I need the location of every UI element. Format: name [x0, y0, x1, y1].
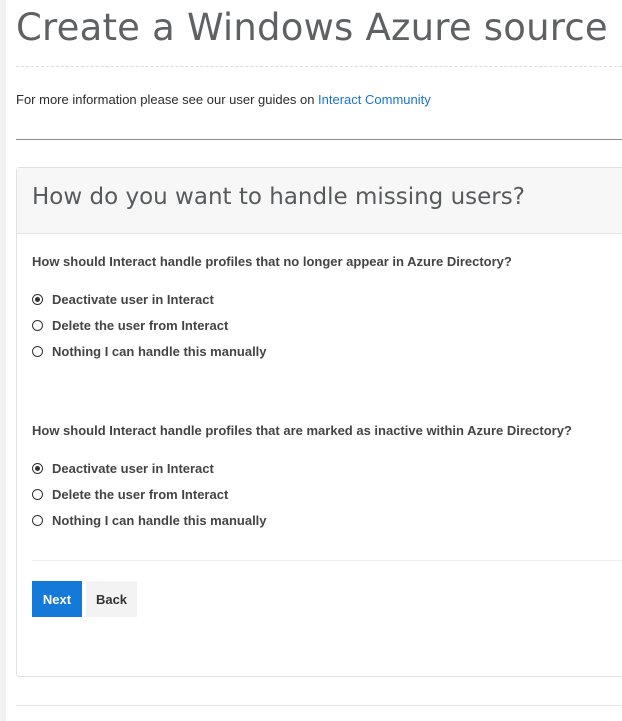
- section-divider: [16, 139, 622, 140]
- left-gutter: [0, 0, 6, 721]
- q2-option-nothing-label: Nothing I can handle this manually: [52, 512, 267, 528]
- form-actions-divider: [32, 560, 622, 561]
- interact-community-link[interactable]: Interact Community: [318, 92, 431, 107]
- radio-unselected-icon[interactable]: [32, 488, 43, 500]
- bottom-divider: [16, 705, 622, 706]
- q2-option-nothing[interactable]: Nothing I can handle this manually: [32, 510, 267, 530]
- q1-option-nothing[interactable]: Nothing I can handle this manually: [32, 341, 267, 361]
- title-divider: [16, 66, 622, 67]
- radio-unselected-icon[interactable]: [32, 514, 43, 526]
- question-marked-inactive: How should Interact handle profiles that…: [32, 423, 572, 438]
- radio-unselected-icon[interactable]: [32, 319, 43, 331]
- q2-option-delete-label: Delete the user from Interact: [52, 486, 229, 502]
- q1-option-delete[interactable]: Delete the user from Interact: [32, 315, 228, 335]
- question-no-longer-appear: How should Interact handle profiles that…: [32, 254, 512, 269]
- panel-header: How do you want to handle missing users?: [17, 168, 622, 234]
- next-button[interactable]: Next: [32, 581, 82, 617]
- page-title: Create a Windows Azure source: [16, 6, 608, 49]
- q2-option-delete[interactable]: Delete the user from Interact: [32, 484, 228, 504]
- q1-option-delete-label: Delete the user from Interact: [52, 317, 229, 333]
- q1-option-deactivate-label: Deactivate user in Interact: [52, 291, 214, 307]
- q2-option-deactivate[interactable]: Deactivate user in Interact: [32, 458, 214, 478]
- back-button[interactable]: Back: [86, 581, 137, 617]
- q1-option-deactivate[interactable]: Deactivate user in Interact: [32, 289, 214, 309]
- q1-option-nothing-label: Nothing I can handle this manually: [52, 343, 267, 359]
- panel-title: How do you want to handle missing users?: [32, 184, 525, 210]
- missing-users-panel: How do you want to handle missing users?…: [16, 167, 622, 677]
- radio-selected-icon[interactable]: [32, 462, 43, 474]
- radio-selected-icon[interactable]: [32, 293, 43, 305]
- info-text: For more information please see our user…: [16, 92, 431, 107]
- q2-option-deactivate-label: Deactivate user in Interact: [52, 460, 214, 476]
- radio-unselected-icon[interactable]: [32, 345, 43, 357]
- info-prefix: For more information please see our user…: [16, 92, 319, 107]
